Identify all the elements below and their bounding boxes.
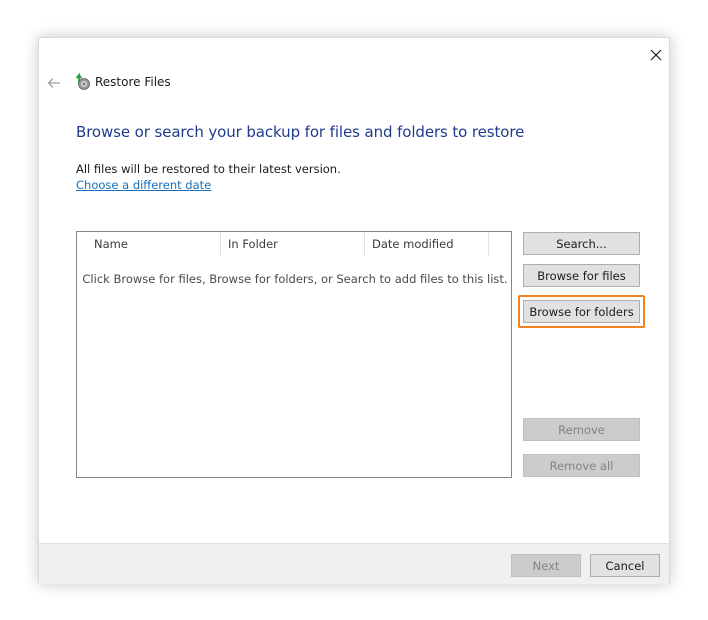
empty-list-message: Click Browse for files, Browse for folde…: [82, 272, 508, 286]
arrow-left-icon: [47, 78, 60, 88]
close-button[interactable]: [643, 44, 669, 66]
page-heading: Browse or search your backup for files a…: [76, 123, 525, 141]
column-header-name[interactable]: Name: [77, 232, 221, 256]
close-icon: [650, 49, 662, 61]
browse-for-files-button[interactable]: Browse for files: [523, 264, 640, 287]
file-list[interactable]: Name In Folder Date modified Click Brows…: [76, 231, 512, 478]
column-header-in-folder[interactable]: In Folder: [221, 232, 365, 256]
choose-date-link[interactable]: Choose a different date: [76, 178, 211, 192]
restore-files-icon: [76, 73, 90, 90]
browse-for-folders-button[interactable]: Browse for folders: [523, 300, 640, 323]
restore-files-dialog: Restore Files Browse or search your back…: [38, 37, 670, 584]
search-button[interactable]: Search...: [523, 232, 640, 255]
remove-button[interactable]: Remove: [523, 418, 640, 441]
next-button[interactable]: Next: [511, 554, 581, 577]
list-header: Name In Folder Date modified: [77, 232, 489, 256]
window-title: Restore Files: [95, 75, 171, 89]
dialog-footer: Next Cancel: [39, 543, 669, 584]
restore-info-text: All files will be restored to their late…: [76, 162, 341, 176]
cancel-button[interactable]: Cancel: [590, 554, 660, 577]
back-button[interactable]: [45, 74, 63, 92]
column-header-date-modified[interactable]: Date modified: [365, 232, 489, 256]
remove-all-button[interactable]: Remove all: [523, 454, 640, 477]
